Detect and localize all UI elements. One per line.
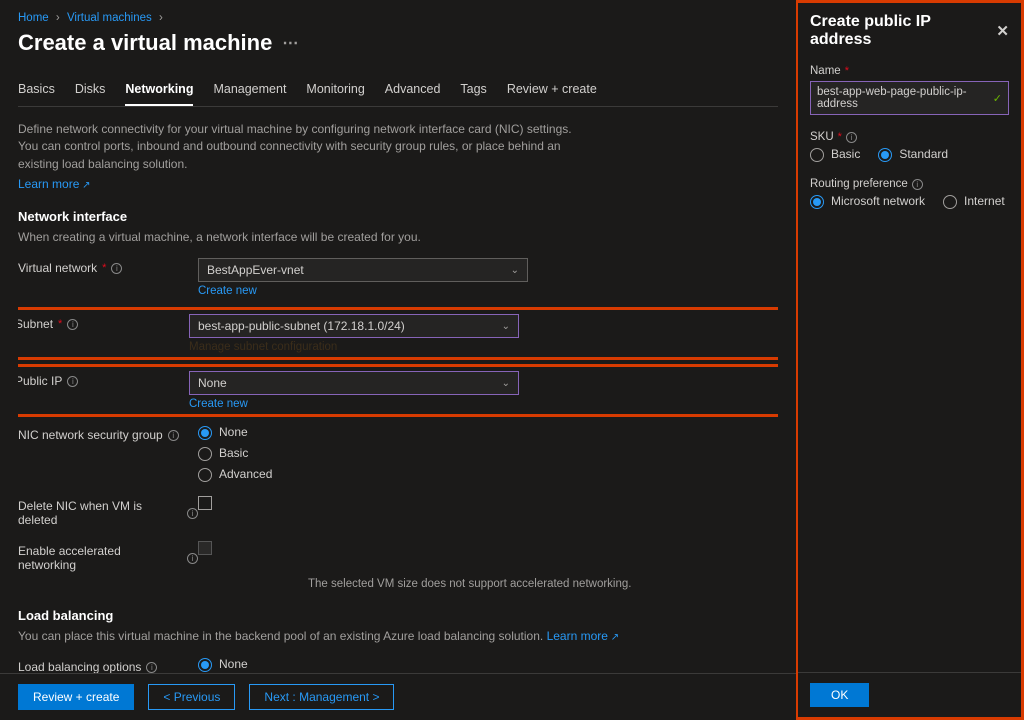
manage-subnet-link[interactable]: Manage subnet configuration [189, 341, 337, 353]
nsg-radio-none[interactable] [198, 426, 212, 440]
panel-title: Create public IP address ✕ [810, 13, 1009, 49]
subnet-select[interactable]: best-app-public-subnet (172.18.1.0/24) ⌄ [189, 314, 519, 338]
previous-button[interactable]: < Previous [148, 684, 235, 710]
delete-nic-checkbox[interactable] [198, 496, 212, 510]
subnet-label: Subnet* i [18, 314, 189, 331]
panel-footer: OK [798, 672, 1021, 717]
public-ip-create-new-link[interactable]: Create new [189, 398, 248, 410]
tab-disks[interactable]: Disks [75, 76, 106, 106]
tab-networking[interactable]: Networking [125, 76, 193, 106]
accel-note: The selected VM size does not support ac… [308, 578, 778, 590]
sku-radio-label: Standard [899, 147, 948, 161]
info-icon[interactable]: i [187, 553, 198, 564]
tab-advanced[interactable]: Advanced [385, 76, 441, 106]
sku-radio-label: Basic [831, 147, 860, 161]
panel-name-input[interactable]: best-app-web-page-public-ip-address ✓ [810, 81, 1009, 115]
tab-monitoring[interactable]: Monitoring [306, 76, 364, 106]
load-balancing-heading: Load balancing [18, 608, 778, 623]
page-title: Create a virtual machine ⋯ [18, 30, 778, 56]
lb-learn-more-link[interactable]: Learn more [547, 629, 620, 643]
tab-review[interactable]: Review + create [507, 76, 597, 106]
panel-routing-label: Routing preference i [810, 178, 1009, 190]
breadcrumb-home[interactable]: Home [18, 12, 49, 24]
virtual-network-select[interactable]: BestAppEver-vnet ⌄ [198, 258, 528, 282]
ok-button[interactable]: OK [810, 683, 869, 707]
tab-tags[interactable]: Tags [460, 76, 486, 106]
routing-radio-label: Microsoft network [831, 194, 925, 208]
accel-networking-label: Enable accelerated networking i [18, 541, 198, 572]
load-balancing-desc: You can place this virtual machine in th… [18, 629, 778, 643]
chevron-down-icon: ⌄ [502, 321, 510, 332]
chevron-right-icon: › [159, 12, 163, 24]
public-ip-highlight-box: Public IP i None ⌄ Create new [18, 364, 778, 417]
info-icon[interactable]: i [111, 263, 122, 274]
public-ip-select[interactable]: None ⌄ [189, 371, 519, 395]
lb-radio-none[interactable] [198, 658, 212, 672]
nsg-radio-advanced[interactable] [198, 468, 212, 482]
chevron-down-icon: ⌄ [511, 265, 519, 276]
virtual-network-label: Virtual network* i [18, 258, 198, 275]
routing-radio-label: Internet [964, 194, 1005, 208]
info-icon[interactable]: i [912, 179, 923, 190]
sku-radio-basic[interactable] [810, 148, 824, 162]
chevron-down-icon: ⌄ [502, 378, 510, 389]
public-ip-label: Public IP i [18, 371, 189, 388]
networking-desc: Define network connectivity for your vir… [18, 121, 578, 173]
next-button[interactable]: Next : Management > [249, 684, 394, 710]
nsg-radio-label: Basic [219, 446, 248, 460]
info-icon[interactable]: i [168, 430, 179, 441]
review-create-button[interactable]: Review + create [18, 684, 134, 710]
info-icon[interactable]: i [846, 132, 857, 143]
create-public-ip-panel: Create public IP address ✕ Name* best-ap… [796, 0, 1024, 720]
learn-more-link[interactable]: Learn more [18, 177, 91, 191]
sku-radio-standard[interactable] [878, 148, 892, 162]
nsg-radio-label: None [219, 425, 248, 439]
ellipsis-icon[interactable]: ⋯ [282, 33, 298, 53]
lb-options-label: Load balancing options i [18, 657, 198, 674]
check-icon: ✓ [993, 92, 1002, 105]
tabs-bar: Basics Disks Networking Management Monit… [18, 76, 778, 107]
subnet-highlight-box: Subnet* i best-app-public-subnet (172.18… [18, 307, 778, 360]
info-icon[interactable]: i [187, 508, 198, 519]
info-icon[interactable]: i [67, 319, 78, 330]
delete-nic-label: Delete NIC when VM is deleted i [18, 496, 198, 527]
nsg-radio-basic[interactable] [198, 447, 212, 461]
nsg-radio-label: Advanced [219, 467, 272, 481]
info-icon[interactable]: i [67, 376, 78, 387]
tab-basics[interactable]: Basics [18, 76, 55, 106]
nsg-label: NIC network security group i [18, 425, 198, 442]
breadcrumb: Home › Virtual machines › [18, 12, 778, 24]
accel-networking-checkbox [198, 541, 212, 555]
lb-radio-label: None [219, 657, 248, 671]
breadcrumb-vms[interactable]: Virtual machines [67, 12, 152, 24]
routing-radio-internet[interactable] [943, 195, 957, 209]
bottom-bar: Review + create < Previous Next : Manage… [0, 673, 796, 720]
info-icon[interactable]: i [146, 662, 157, 673]
network-interface-heading: Network interface [18, 209, 778, 224]
panel-sku-label: SKU* i [810, 131, 1009, 143]
panel-name-label: Name* [810, 65, 1009, 77]
vnet-create-new-link[interactable]: Create new [198, 285, 257, 297]
close-icon[interactable]: ✕ [996, 22, 1009, 40]
network-interface-desc: When creating a virtual machine, a netwo… [18, 230, 778, 244]
tab-management[interactable]: Management [213, 76, 286, 106]
chevron-right-icon: › [56, 12, 60, 24]
routing-radio-ms[interactable] [810, 195, 824, 209]
